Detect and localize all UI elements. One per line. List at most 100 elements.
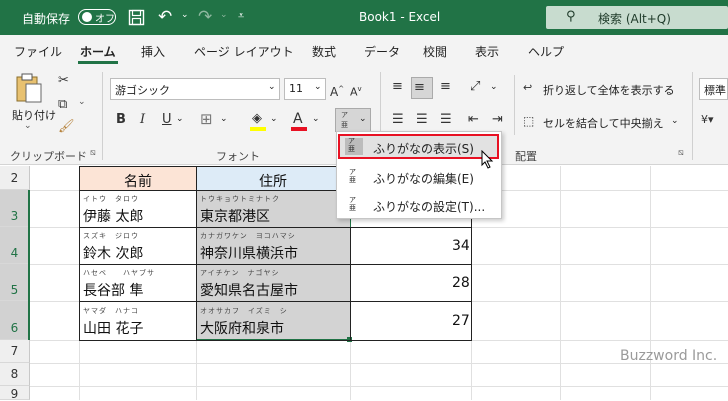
selected-rows-indicator: [28, 190, 30, 340]
row-header[interactable]: 7: [0, 340, 30, 363]
align-middle-icon: ≡: [414, 80, 425, 95]
italic-icon[interactable]: I: [140, 111, 145, 129]
underline-dropdown-icon[interactable]: ⌄: [176, 114, 184, 124]
table-border: [79, 166, 351, 167]
phonetic-edit-icon: ア亜: [349, 168, 356, 184]
customize-qat-icon[interactable]: ⩡: [238, 9, 244, 23]
row-header[interactable]: 3: [0, 190, 30, 227]
orientation-icon[interactable]: ⤢: [470, 78, 480, 96]
row-header[interactable]: 4: [0, 227, 30, 264]
cut-icon[interactable]: ✂: [58, 72, 69, 90]
row-header[interactable]: 2: [0, 166, 30, 190]
align-left-icon[interactable]: ☰: [392, 111, 404, 129]
name-cell[interactable]: 長谷部 隼: [83, 280, 143, 300]
increase-indent-icon[interactable]: ⇥: [492, 111, 503, 129]
autosave-label: 自動保存: [22, 12, 71, 26]
row-header[interactable]: 9: [0, 386, 30, 401]
wrap-text-label[interactable]: 折り返して全体を表示する: [543, 82, 675, 98]
align-right-icon[interactable]: ☰: [440, 111, 452, 129]
address-cell[interactable]: 東京都港区: [200, 206, 270, 226]
value-cell[interactable]: 27: [452, 313, 470, 329]
increase-font-icon[interactable]: A^: [330, 80, 344, 101]
font-color-icon[interactable]: A: [293, 110, 303, 128]
tab-help[interactable]: ヘルプ: [528, 43, 564, 60]
decrease-font-icon[interactable]: Av: [350, 80, 362, 102]
paste-dropdown-icon[interactable]: ⌄: [24, 121, 32, 131]
alignment-group-label: 配置: [515, 150, 537, 163]
wrap-text-icon[interactable]: ↩: [523, 79, 532, 97]
address-cell[interactable]: 神奈川県横浜市: [200, 243, 298, 263]
tab-formulas[interactable]: 数式: [312, 43, 336, 60]
copy-icon[interactable]: ⧉: [58, 96, 67, 114]
table-border: [350, 340, 471, 341]
name-cell[interactable]: 伊藤 太郎: [83, 206, 143, 226]
name-cell[interactable]: 鈴木 次郎: [83, 243, 143, 263]
table-border: [196, 166, 197, 341]
orientation-dropdown-icon[interactable]: ⌄: [490, 82, 498, 92]
decrease-indent-icon[interactable]: ⇤: [468, 111, 479, 129]
address-furigana: トウキョウトミナトク: [200, 195, 280, 203]
copy-dropdown-icon[interactable]: ⌄: [78, 97, 86, 107]
gridline: [650, 166, 651, 400]
autosave-toggle[interactable]: オフ: [78, 9, 116, 25]
borders-dropdown-icon[interactable]: ⌄: [220, 114, 228, 124]
underline-icon[interactable]: U: [162, 111, 172, 129]
paste-label[interactable]: 貼り付け: [12, 107, 56, 123]
address-cell[interactable]: 大阪府和泉市: [200, 318, 284, 338]
tab-review[interactable]: 校閲: [423, 43, 447, 60]
row-header[interactable]: 6: [0, 301, 30, 340]
address-furigana: カナガワケン ヨコハマシ: [200, 232, 296, 240]
tab-data[interactable]: データ: [364, 43, 400, 60]
undo-icon[interactable]: ↶: [158, 7, 172, 27]
search-placeholder[interactable]: 検索 (Alt+Q): [598, 10, 671, 27]
currency-format-icon[interactable]: ¥▾: [701, 111, 714, 129]
name-furigana: ヤマダ ハナコ: [83, 307, 139, 315]
format-painter-icon[interactable]: 🖌: [58, 118, 75, 136]
menu-item-phonetic-settings[interactable]: ふりがなの設定(T)...: [373, 198, 485, 215]
tab-file[interactable]: ファイル: [14, 43, 62, 60]
tab-insert[interactable]: 挿入: [141, 43, 165, 60]
table-border: [79, 190, 351, 191]
phonetic-dropdown-icon[interactable]: ⌄: [359, 114, 367, 124]
undo-dropdown-icon[interactable]: ⌄: [181, 10, 189, 20]
address-furigana: アイチケン ナゴヤシ: [200, 269, 280, 277]
fill-color-dropdown-icon[interactable]: ⌄: [270, 114, 278, 124]
paste-icon[interactable]: [14, 72, 44, 104]
address-furigana: オオサカフ イズミ シ: [200, 307, 288, 315]
toggle-knob: [82, 12, 92, 22]
tab-view[interactable]: 表示: [475, 43, 499, 60]
gridline: [0, 386, 728, 387]
font-color-dropdown-icon[interactable]: ⌄: [312, 114, 320, 124]
align-center-icon[interactable]: ☰: [416, 111, 428, 129]
tab-page-layout[interactable]: ページ レイアウト: [194, 43, 294, 60]
clipboard-launcher-icon[interactable]: ⧅: [90, 148, 96, 158]
watermark: Buzzword Inc.: [620, 348, 718, 364]
table-border: [79, 166, 80, 341]
menu-item-edit-phonetic[interactable]: ふりがなの編集(E): [373, 170, 474, 187]
value-cell[interactable]: 34: [452, 238, 470, 254]
font-group-label: フォント: [216, 150, 260, 163]
merge-center-label[interactable]: セルを結合して中央揃え: [543, 115, 664, 131]
menu-label-show: ふりがなの表示(S): [373, 142, 474, 156]
row-header[interactable]: 8: [0, 363, 30, 386]
merge-dropdown-icon[interactable]: ⌄: [671, 116, 679, 126]
font-color-swatch: [291, 127, 307, 131]
alignment-launcher-icon[interactable]: ⧅: [678, 148, 684, 158]
number-format-value: 標準: [704, 84, 726, 97]
fill-color-icon[interactable]: ◈: [252, 110, 262, 128]
name-cell[interactable]: 山田 花子: [83, 318, 143, 338]
font-name-dropdown[interactable]: 游ゴシック: [110, 78, 280, 100]
table-border: [79, 340, 351, 341]
align-bottom-icon[interactable]: ≡: [440, 78, 451, 96]
save-icon[interactable]: [128, 9, 145, 26]
tab-home[interactable]: ホーム: [80, 43, 116, 60]
bold-icon[interactable]: B: [116, 111, 126, 129]
number-format-dropdown[interactable]: 標準: [699, 78, 728, 100]
row-header[interactable]: 5: [0, 264, 30, 301]
merge-center-icon[interactable]: ⬚: [523, 112, 534, 130]
name-furigana: ハセベ ハヤブサ: [83, 269, 155, 277]
value-cell[interactable]: 28: [452, 275, 470, 291]
address-cell[interactable]: 愛知県名古屋市: [200, 280, 298, 300]
borders-icon[interactable]: ⊞: [200, 110, 213, 128]
align-top-icon[interactable]: ≡: [392, 78, 403, 96]
